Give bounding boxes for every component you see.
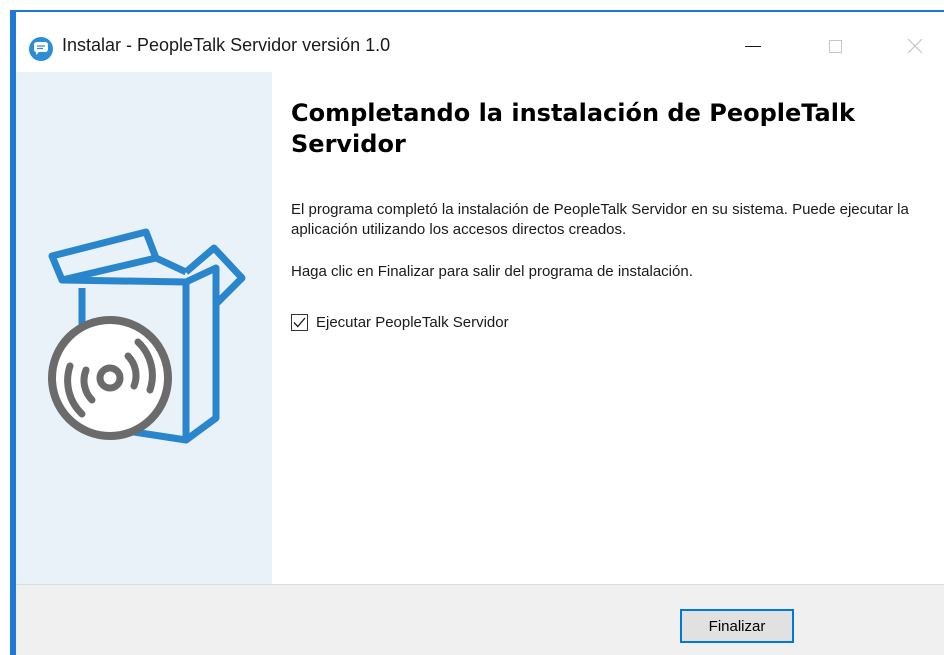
wizard-footer: Finalizar — [16, 584, 944, 655]
wizard-sidebar — [16, 72, 272, 584]
finish-instruction: Haga clic en Finalizar para salir del pr… — [291, 263, 693, 280]
software-box-disc-icon — [48, 228, 246, 444]
close-button[interactable] — [892, 26, 938, 66]
run-app-checkbox-row[interactable]: Ejecutar PeopleTalk Servidor — [291, 314, 509, 331]
wizard-main-pane: Completando la instalación de PeopleTalk… — [272, 72, 944, 584]
finish-button[interactable]: Finalizar — [680, 609, 794, 643]
minimize-button[interactable] — [730, 26, 776, 66]
installer-window: Instalar - PeopleTalk Servidor versión 1… — [10, 10, 944, 655]
title-bar[interactable]: Instalar - PeopleTalk Servidor versión 1… — [16, 12, 944, 72]
checkmark-icon — [293, 317, 306, 328]
page-title: Completando la instalación de PeopleTalk… — [291, 99, 855, 158]
chat-bubble-icon — [29, 37, 53, 61]
wizard-content: Completando la instalación de PeopleTalk… — [16, 72, 944, 584]
run-app-checkbox-label: Ejecutar PeopleTalk Servidor — [316, 314, 509, 331]
desktop-background — [0, 0, 944, 10]
close-icon — [907, 38, 923, 54]
maximize-icon — [828, 39, 842, 53]
run-app-checkbox[interactable] — [291, 314, 308, 331]
maximize-button[interactable] — [812, 26, 858, 66]
completion-message: El programa completó la instalación de P… — [291, 201, 909, 238]
window-title: Instalar - PeopleTalk Servidor versión 1… — [62, 35, 391, 55]
minimize-icon — [745, 45, 761, 47]
